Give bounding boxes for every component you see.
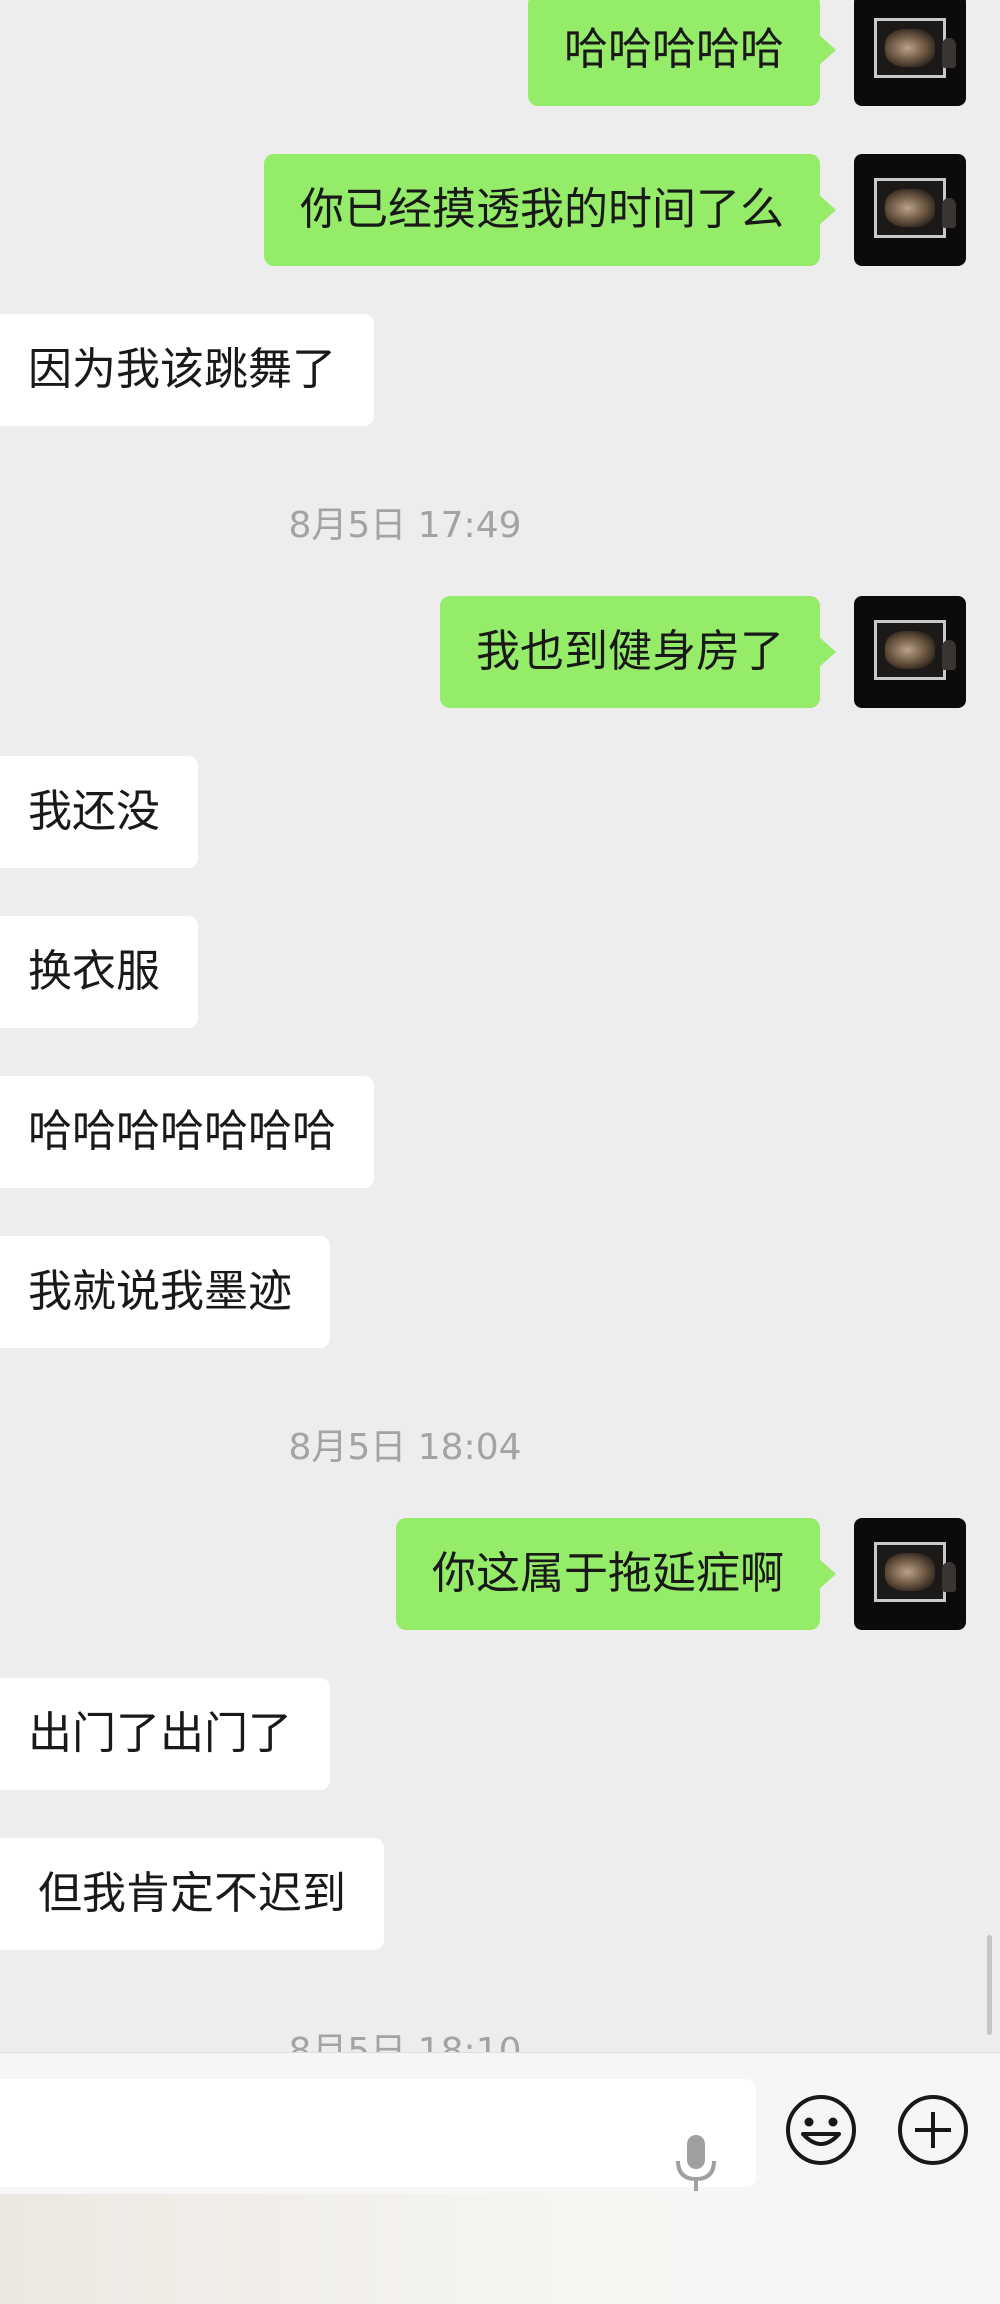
my-message-bubble[interactable]: 哈哈哈哈哈 xyxy=(528,0,836,106)
message-timestamp: 8月5日 17:49 xyxy=(288,505,522,546)
their-message-bubble[interactable]: 因为我该跳舞了 xyxy=(0,314,374,426)
my-message-bubble[interactable]: 你这属于拖延症啊 xyxy=(396,1518,836,1630)
their-message-bubble[interactable]: 换衣服 xyxy=(0,916,198,1028)
my-message-bubble[interactable]: 你已经摸透我的时间了么 xyxy=(264,154,836,266)
plus-icon[interactable] xyxy=(897,2094,969,2166)
their-message-bubble[interactable]: 但我肯定不迟到 xyxy=(0,1838,384,1950)
keyboard-area xyxy=(0,2194,1000,2304)
message-timestamp: 8月5日 18:10 xyxy=(288,2031,522,2052)
their-message-bubble[interactable]: 出门了出门了 xyxy=(0,1678,330,1790)
my-message-bubble[interactable]: 我也到健身房了 xyxy=(440,596,836,708)
their-message-bubble[interactable]: 我还没 xyxy=(0,756,198,868)
their-message-bubble[interactable]: 我就说我墨迹 xyxy=(0,1236,330,1348)
avatar-painting xyxy=(874,620,946,680)
my-avatar[interactable] xyxy=(854,1518,966,1630)
my-avatar[interactable] xyxy=(854,154,966,266)
my-avatar[interactable] xyxy=(854,0,966,106)
chat-message-list[interactable]: 哈哈哈哈哈 你已经摸透我的时间了么 因为我该跳舞了 8月5日 17:49 我也到… xyxy=(0,0,1000,2052)
their-message-bubble[interactable]: 哈哈哈哈哈哈哈 xyxy=(0,1076,374,1188)
message-text-input[interactable] xyxy=(0,2079,756,2191)
avatar-painting xyxy=(874,18,946,78)
microphone-icon[interactable] xyxy=(672,2133,720,2195)
message-timestamp: 8月5日 18:04 xyxy=(288,1427,522,1468)
emoji-icon[interactable] xyxy=(785,2094,857,2166)
chat-scrollbar[interactable] xyxy=(987,1935,992,2035)
my-avatar[interactable] xyxy=(854,596,966,708)
avatar-painting xyxy=(874,1542,946,1602)
avatar-painting xyxy=(874,178,946,238)
